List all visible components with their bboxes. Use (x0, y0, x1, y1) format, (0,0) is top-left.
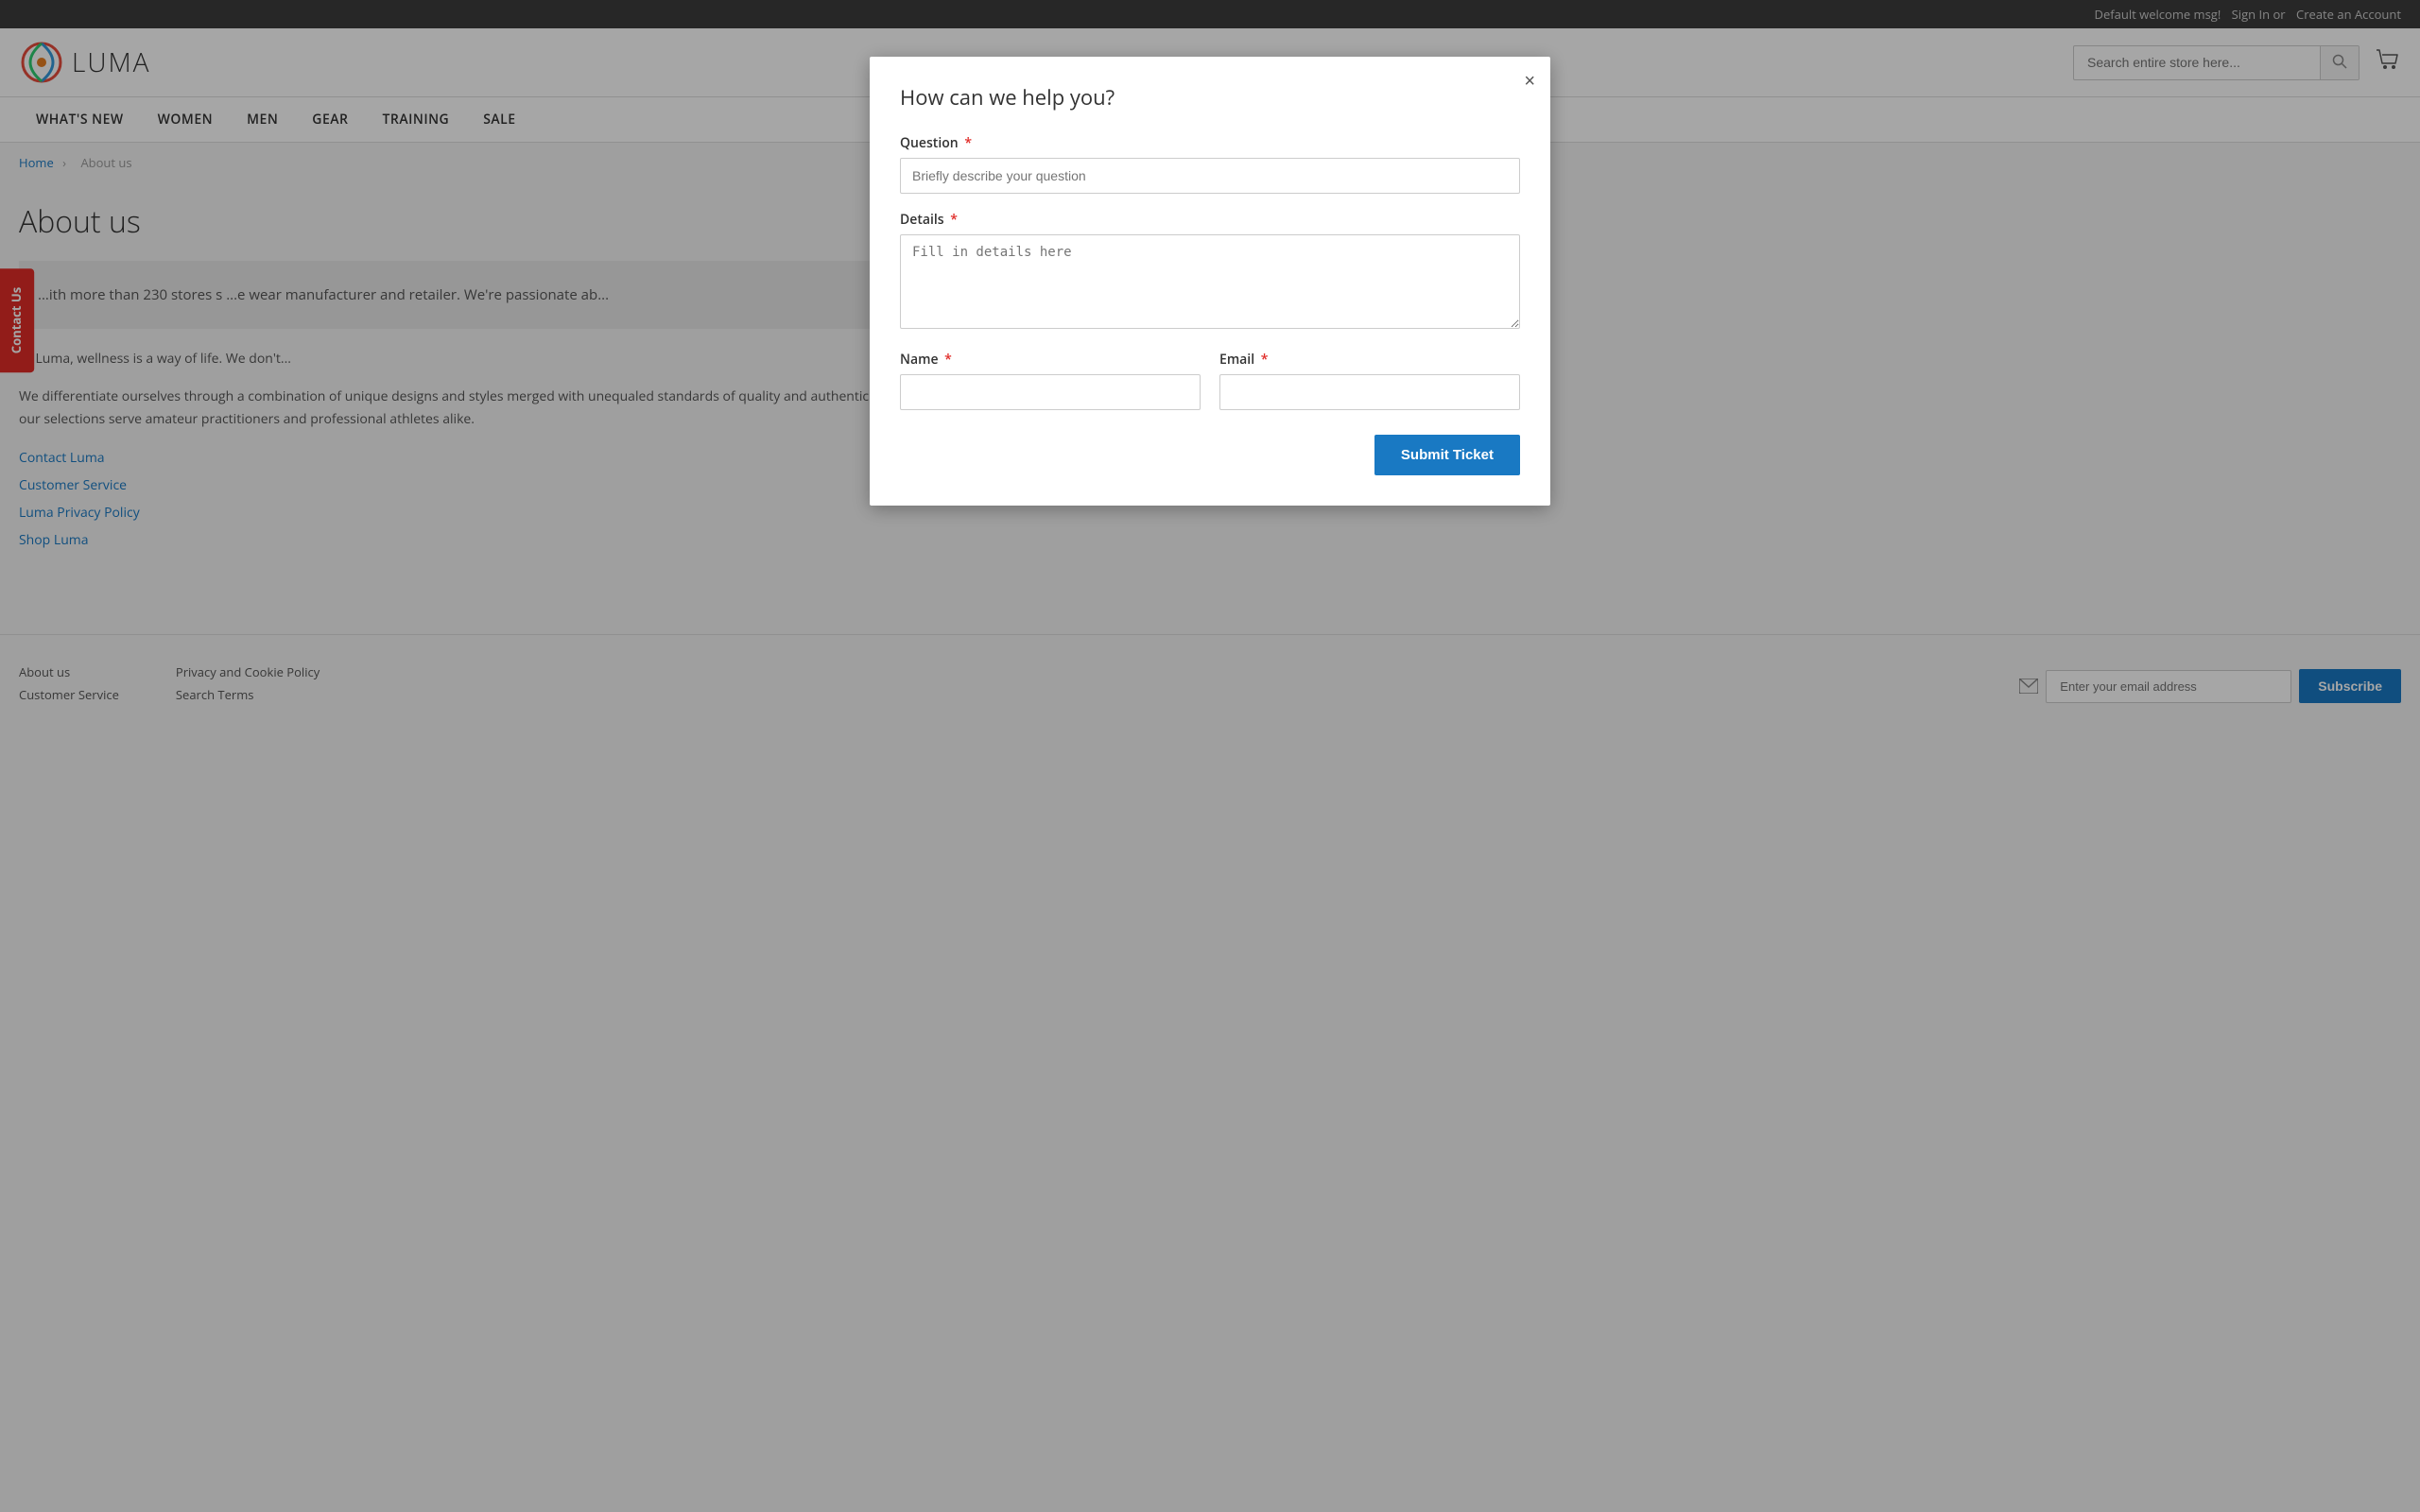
question-form-group: Question * (900, 134, 1520, 194)
name-email-row: Name * Email * (900, 351, 1520, 427)
details-form-group: Details * (900, 211, 1520, 334)
email-form-group: Email * (1219, 351, 1520, 410)
question-label: Question * (900, 134, 1520, 152)
modal-close-button[interactable]: × (1524, 72, 1535, 91)
name-label: Name * (900, 351, 1201, 369)
name-input[interactable] (900, 374, 1201, 410)
details-required-star: * (950, 211, 958, 229)
form-actions: Submit Ticket (900, 435, 1520, 475)
name-required-star: * (944, 351, 952, 369)
help-modal: How can we help you? × Question * Detail… (870, 57, 1550, 506)
question-input[interactable] (900, 158, 1520, 194)
email-input[interactable] (1219, 374, 1520, 410)
modal-title: How can we help you? (900, 83, 1520, 112)
details-textarea[interactable] (900, 234, 1520, 329)
modal-overlay: How can we help you? × Question * Detail… (0, 0, 2420, 1512)
question-required-star: * (964, 134, 972, 152)
submit-ticket-button[interactable]: Submit Ticket (1374, 435, 1520, 475)
email-label: Email * (1219, 351, 1520, 369)
email-required-star: * (1261, 351, 1269, 369)
details-label: Details * (900, 211, 1520, 229)
name-form-group: Name * (900, 351, 1201, 410)
